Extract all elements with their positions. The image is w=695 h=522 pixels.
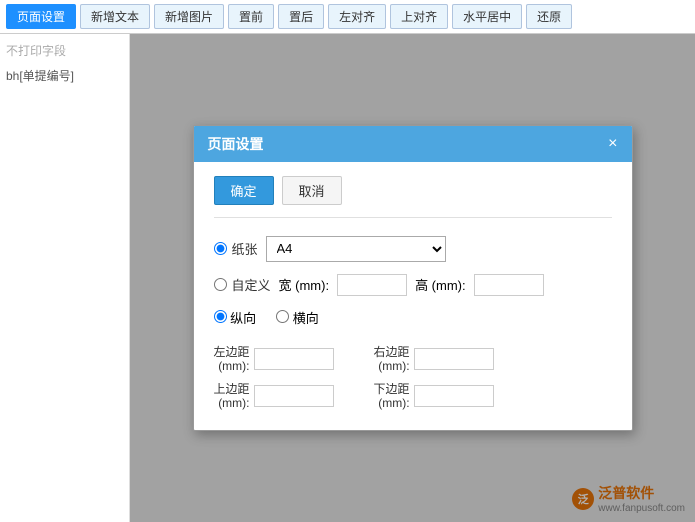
toolbar-btn-bring-front[interactable]: 置前 <box>228 4 274 29</box>
toolbar: 页面设置新增文本新增图片置前置后左对齐上对齐水平居中还原 <box>0 0 695 34</box>
right-margin-input[interactable] <box>414 348 494 370</box>
right-margin-label: 右边距(mm): <box>374 345 410 374</box>
paper-row: 纸张 A4 A3 B5 Letter <box>214 236 612 262</box>
dialog-body: 确定 取消 纸张 A4 A3 B5 Letter <box>194 162 632 431</box>
paper-radio[interactable] <box>214 242 227 255</box>
main-area: 不打印字段 bh[单提编号] 页面设置 × 确定 取消 <box>0 34 695 522</box>
paper-label: 纸张 <box>232 239 258 258</box>
portrait-radio[interactable] <box>214 310 227 323</box>
portrait-label[interactable]: 纵向 <box>214 308 257 327</box>
portrait-text: 纵向 <box>230 311 256 326</box>
top-margin-label: 上边距(mm): <box>214 382 250 411</box>
width-input[interactable] <box>337 274 407 296</box>
left-margin-input[interactable] <box>254 348 334 370</box>
toolbar-btn-page-setup[interactable]: 页面设置 <box>6 4 76 29</box>
height-label: 高 (mm): <box>415 275 466 294</box>
toolbar-btn-align-top[interactable]: 上对齐 <box>390 4 448 29</box>
cancel-button[interactable]: 取消 <box>282 176 342 205</box>
left-margin-label: 左边距(mm): <box>214 345 250 374</box>
toolbar-btn-add-image[interactable]: 新增图片 <box>154 4 224 29</box>
no-print-label: 不打印字段 <box>6 42 123 59</box>
toolbar-btn-send-back[interactable]: 置后 <box>278 4 324 29</box>
toolbar-btn-restore[interactable]: 还原 <box>526 4 572 29</box>
top-margin-row: 上边距(mm): <box>214 382 334 411</box>
landscape-label[interactable]: 横向 <box>276 308 319 327</box>
dialog-header: 页面设置 × <box>194 126 632 162</box>
dialog-btn-row: 确定 取消 <box>214 176 612 218</box>
bottom-margin-row: 下边距(mm): <box>374 382 494 411</box>
margin-col-right: 右边距(mm): 下边距(mm): <box>374 345 494 411</box>
custom-row: 自定义 宽 (mm): 高 (mm): <box>214 274 612 296</box>
dialog-close-button[interactable]: × <box>608 136 617 152</box>
confirm-button[interactable]: 确定 <box>214 176 274 205</box>
toolbar-btn-add-text[interactable]: 新增文本 <box>80 4 150 29</box>
toolbar-btn-center-h[interactable]: 水平居中 <box>452 4 522 29</box>
height-input[interactable] <box>474 274 544 296</box>
landscape-radio[interactable] <box>276 310 289 323</box>
bottom-margin-label: 下边距(mm): <box>374 382 410 411</box>
custom-label: 自定义 <box>232 275 271 294</box>
paper-select[interactable]: A4 A3 B5 Letter <box>266 236 446 262</box>
bottom-margin-input[interactable] <box>414 385 494 407</box>
left-panel: 不打印字段 bh[单提编号] <box>0 34 130 522</box>
landscape-text: 横向 <box>293 311 319 326</box>
orientation-row: 纵向 横向 <box>214 308 612 327</box>
top-margin-input[interactable] <box>254 385 334 407</box>
toolbar-btn-align-left[interactable]: 左对齐 <box>328 4 386 29</box>
right-margin-row: 右边距(mm): <box>374 345 494 374</box>
page-setup-dialog: 页面设置 × 确定 取消 纸张 <box>193 125 633 432</box>
field-item: bh[单提编号] <box>6 65 123 86</box>
dialog-title: 页面设置 <box>208 134 264 154</box>
paper-radio-label[interactable]: 纸张 <box>214 239 258 258</box>
margin-col-left: 左边距(mm): 上边距(mm): <box>214 345 334 411</box>
margins-section: 左边距(mm): 上边距(mm): 右边距(mm): <box>214 345 612 411</box>
custom-radio[interactable] <box>214 278 227 291</box>
custom-radio-label[interactable]: 自定义 <box>214 275 271 294</box>
left-margin-row: 左边距(mm): <box>214 345 334 374</box>
content-area: 页面设置 × 确定 取消 纸张 <box>130 34 695 522</box>
width-label: 宽 (mm): <box>279 275 330 294</box>
modal-overlay: 页面设置 × 确定 取消 纸张 <box>130 34 695 522</box>
